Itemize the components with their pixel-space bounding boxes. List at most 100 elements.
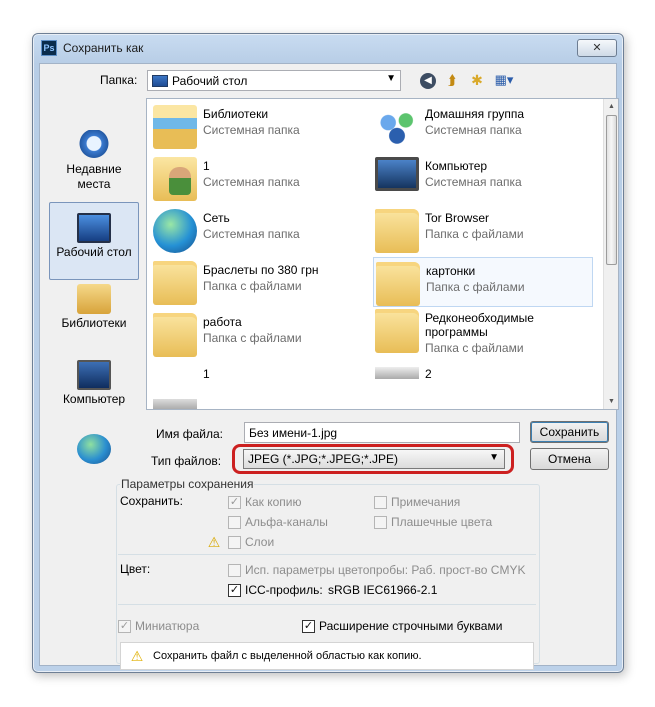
place-computer[interactable]: Компьютер — [49, 360, 139, 407]
item-type: Папка с файлами — [203, 279, 302, 293]
save-button[interactable]: Сохранить — [530, 421, 609, 443]
options-divider — [118, 604, 536, 605]
up-folder-icon[interactable]: ⮭ — [443, 71, 461, 89]
warning-icon: ⚠ — [207, 534, 221, 550]
title-bar[interactable]: Ps Сохранить как ✕ — [33, 34, 623, 62]
computer-icon — [375, 157, 419, 191]
save-as-dialog: Ps Сохранить как ✕ Папка: Рабочий стол ▼… — [32, 33, 624, 673]
filetype-dropdown[interactable]: JPEG (*.JPG;*.JPEG;*.JPE) ▼ — [243, 449, 505, 469]
network-icon — [77, 434, 111, 464]
user-folder-icon — [153, 157, 197, 201]
save-label: Сохранить: — [120, 494, 183, 508]
scroll-down-icon[interactable]: ▼ — [604, 394, 618, 409]
list-item[interactable]: Сеть Системная папка — [151, 205, 371, 255]
info-message: Сохранить файл с выделенной областью как… — [153, 650, 422, 662]
network-icon — [153, 209, 197, 253]
icc-profile-checkbox[interactable]: ✓ — [228, 584, 241, 597]
list-item[interactable]: Компьютер Системная папка — [373, 153, 593, 203]
item-name: 1 — [203, 159, 210, 173]
item-type: Системная папка — [203, 175, 300, 189]
libraries-icon — [77, 284, 111, 314]
place-label: Рабочий стол — [56, 245, 132, 259]
desktop-icon — [77, 213, 111, 243]
file-list[interactable]: Библиотеки Системная папка Домашняя груп… — [146, 98, 619, 410]
item-name: 1 — [203, 367, 210, 381]
item-type: Системная папка — [203, 123, 300, 137]
list-item-selected[interactable]: картонки Папка с файлами — [373, 257, 593, 307]
place-label: Библиотеки — [61, 316, 127, 330]
filename-input[interactable]: Без имени-1.jpg — [244, 422, 520, 443]
lookin-dropdown[interactable]: Рабочий стол ▼ — [147, 70, 401, 91]
alpha-channels-label: Альфа-каналы — [245, 515, 328, 529]
cancel-button[interactable]: Отмена — [530, 448, 609, 470]
photoshop-app-icon: Ps — [41, 40, 57, 56]
spot-colors-label: Плашечные цвета — [391, 515, 493, 529]
thumbnail-checkbox[interactable]: ✓ — [118, 620, 131, 633]
list-item[interactable]: 2 — [373, 361, 593, 409]
chevron-down-icon: ▼ — [386, 73, 396, 84]
spot-colors-checkbox[interactable] — [374, 516, 387, 529]
list-item[interactable]: Библиотеки Системная папка — [151, 101, 371, 151]
list-item[interactable]: Tor Browser Папка с файлами — [373, 205, 593, 255]
icc-profile-value: sRGB IEC61966-2.1 — [328, 583, 438, 597]
desktop-icon — [152, 75, 168, 87]
lowercase-extension-label: Расширение строчными буквами — [319, 619, 503, 633]
item-name: Редконеобходимые программы — [425, 311, 534, 339]
new-folder-icon[interactable]: ✱ — [468, 71, 486, 89]
place-recent[interactable]: Недавние места — [49, 130, 139, 192]
filetype-label: Тип файлов: — [151, 454, 222, 468]
folder-icon — [153, 261, 197, 305]
item-type: Папка с файлами — [425, 227, 524, 241]
proof-setup-checkbox[interactable] — [228, 564, 241, 577]
item-name: картонки — [426, 264, 476, 278]
folder-icon — [153, 313, 197, 357]
place-network[interactable] — [49, 434, 139, 466]
notes-label: Примечания — [391, 495, 461, 509]
scroll-up-icon[interactable]: ▲ — [604, 99, 618, 114]
filename-label: Имя файла: — [156, 427, 223, 441]
icc-profile-label: ICC-профиль: — [245, 583, 323, 597]
alpha-channels-checkbox[interactable] — [228, 516, 241, 529]
list-item[interactable]: Редконеобходимые программы Папка с файла… — [373, 305, 593, 359]
place-libraries[interactable]: Библиотеки — [49, 284, 139, 331]
close-button[interactable]: ✕ — [577, 39, 617, 57]
folder-icon — [375, 209, 419, 253]
folder-icon — [376, 262, 420, 306]
lowercase-extension-checkbox[interactable]: ✓ — [302, 620, 315, 633]
scroll-thumb[interactable] — [606, 115, 617, 265]
computer-icon — [77, 360, 111, 390]
libraries-icon — [153, 105, 197, 149]
as-copy-checkbox[interactable]: ✓ — [228, 496, 241, 509]
places-bar: Недавние места Рабочий стол Библиотеки К… — [49, 98, 139, 464]
item-type: Системная папка — [203, 227, 300, 241]
list-item[interactable]: 1 Системная папка — [151, 153, 371, 203]
options-divider — [118, 554, 536, 555]
item-type: Системная папка — [425, 175, 522, 189]
item-name: Браслеты по 380 грн — [203, 263, 319, 277]
item-type: Папка с файлами — [426, 280, 525, 294]
item-name: 2 — [425, 367, 432, 381]
warning-icon: ⚠ — [130, 648, 144, 664]
vertical-scrollbar[interactable]: ▲ ▼ — [603, 99, 618, 409]
layers-checkbox[interactable] — [228, 536, 241, 549]
place-label: Компьютер — [62, 392, 126, 406]
list-item[interactable]: работа Папка с файлами — [151, 309, 371, 359]
list-item[interactable]: Браслеты по 380 грн Папка с файлами — [151, 257, 371, 307]
info-message-box: ⚠ Сохранить файл с выделенной областью к… — [120, 642, 534, 670]
views-menu-icon[interactable]: ▦▾ — [492, 71, 516, 89]
item-type: Папка с файлами — [203, 331, 302, 345]
color-label: Цвет: — [120, 562, 151, 576]
item-name: Библиотеки — [203, 107, 269, 121]
list-item[interactable]: 1 — [151, 361, 371, 409]
homegroup-icon — [375, 105, 419, 149]
dialog-title: Сохранить как — [63, 41, 144, 55]
thumbnail-label: Миниатюра — [135, 619, 200, 633]
place-desktop[interactable]: Рабочий стол — [49, 202, 139, 280]
dialog-client: Папка: Рабочий стол ▼ ◀ ⮭ ✱ ▦▾ Недавние … — [39, 63, 619, 670]
item-name: работа — [203, 315, 242, 329]
notes-checkbox[interactable] — [374, 496, 387, 509]
proof-setup-label: Исп. параметры цветопробы: Раб. прост-во… — [245, 563, 526, 577]
item-name: Компьютер — [425, 159, 488, 173]
back-arrow-icon[interactable]: ◀ — [420, 73, 436, 89]
list-item[interactable]: Домашняя группа Системная папка — [373, 101, 593, 151]
